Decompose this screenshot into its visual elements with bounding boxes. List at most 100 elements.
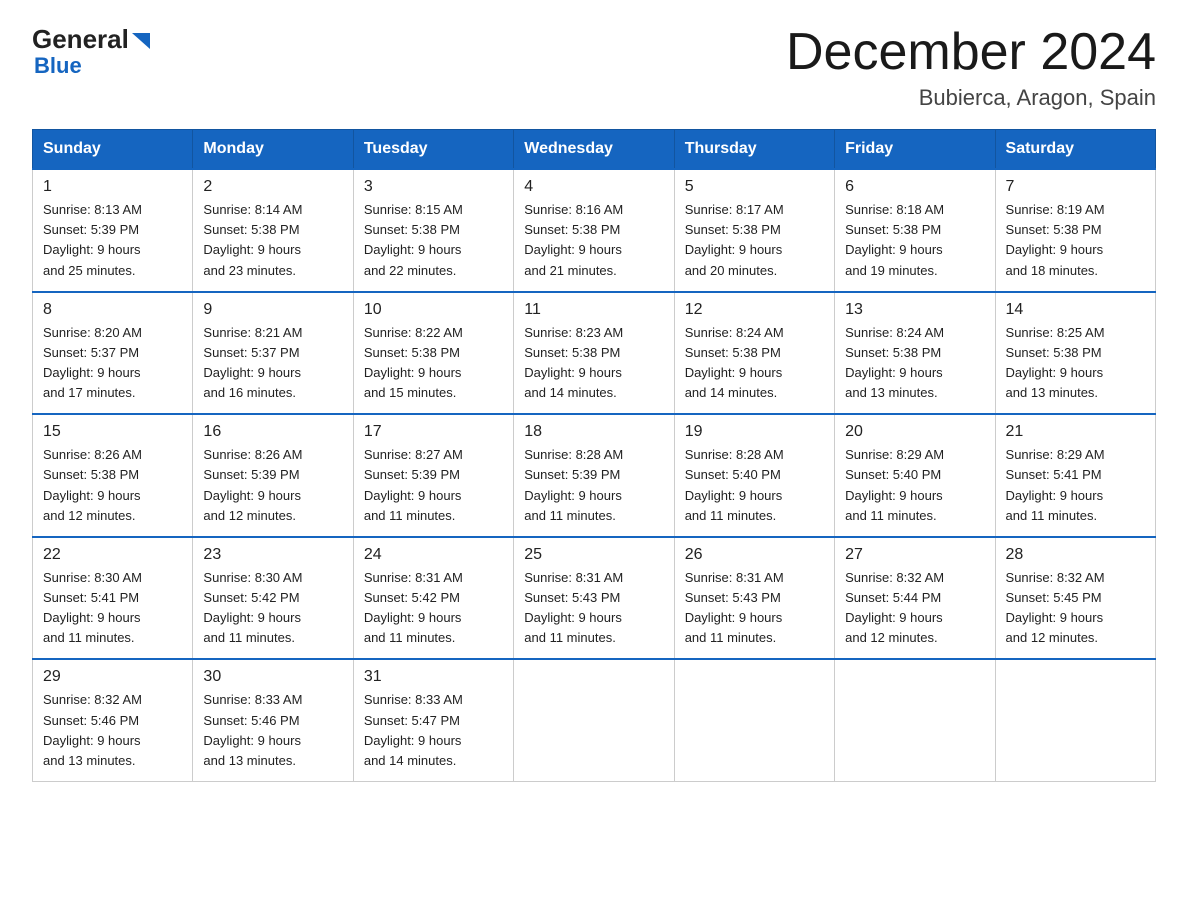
day-info: Sunrise: 8:32 AMSunset: 5:46 PMDaylight:… [43,690,182,771]
week-row-1: 1 Sunrise: 8:13 AMSunset: 5:39 PMDaylight… [33,169,1156,292]
day-cell-9: 9 Sunrise: 8:21 AMSunset: 5:37 PMDaylight… [193,292,353,415]
day-cell-13: 13 Sunrise: 8:24 AMSunset: 5:38 PMDayligh… [835,292,995,415]
day-cell-21: 21 Sunrise: 8:29 AMSunset: 5:41 PMDayligh… [995,414,1155,537]
weekday-header-wednesday: Wednesday [514,130,674,170]
day-number: 17 [364,423,503,441]
empty-cell [835,659,995,781]
day-cell-17: 17Sunrise: 8:27 AMSunset: 5:39 PMDayligh… [353,414,513,537]
day-cell-28: 28 Sunrise: 8:32 AMSunset: 5:45 PMDayligh… [995,537,1155,660]
day-info: Sunrise: 8:14 AMSunset: 5:38 PMDaylight:… [203,200,342,281]
day-info: Sunrise: 8:24 AMSunset: 5:38 PMDaylight:… [685,323,824,404]
empty-cell [674,659,834,781]
day-info: Sunrise: 8:22 AMSunset: 5:38 PMDaylight:… [364,323,503,404]
weekday-header-saturday: Saturday [995,130,1155,170]
weekday-header-thursday: Thursday [674,130,834,170]
day-cell-29: 29 Sunrise: 8:32 AMSunset: 5:46 PMDayligh… [33,659,193,781]
day-info: Sunrise: 8:20 AMSunset: 5:37 PMDaylight:… [43,323,182,404]
day-info: Sunrise: 8:25 AMSunset: 5:38 PMDaylight:… [1006,323,1145,404]
day-number: 12 [685,301,824,319]
week-row-3: 15 Sunrise: 8:26 AMSunset: 5:38 PMDayligh… [33,414,1156,537]
day-info: Sunrise: 8:19 AMSunset: 5:38 PMDaylight:… [1006,200,1145,281]
day-info: Sunrise: 8:28 AMSunset: 5:39 PMDaylight:… [524,445,663,526]
day-cell-31: 31 Sunrise: 8:33 AMSunset: 5:47 PMDayligh… [353,659,513,781]
day-info: Sunrise: 8:31 AMSunset: 5:42 PMDaylight:… [364,568,503,649]
day-cell-15: 15 Sunrise: 8:26 AMSunset: 5:38 PMDayligh… [33,414,193,537]
day-number: 1 [43,178,182,196]
calendar-table: SundayMondayTuesdayWednesdayThursdayFrid… [32,129,1156,782]
week-row-4: 22Sunrise: 8:30 AMSunset: 5:41 PMDayligh… [33,537,1156,660]
day-number: 30 [203,668,342,686]
day-info: Sunrise: 8:16 AMSunset: 5:38 PMDaylight:… [524,200,663,281]
day-number: 3 [364,178,503,196]
day-number: 9 [203,301,342,319]
day-cell-10: 10 Sunrise: 8:22 AMSunset: 5:38 PMDayligh… [353,292,513,415]
day-number: 4 [524,178,663,196]
day-cell-18: 18 Sunrise: 8:28 AMSunset: 5:39 PMDayligh… [514,414,674,537]
day-info: Sunrise: 8:17 AMSunset: 5:38 PMDaylight:… [685,200,824,281]
logo-triangle-icon [132,25,150,56]
day-number: 7 [1006,178,1145,196]
page-header: General Blue December 2024 Bubierca, Ara… [32,24,1156,111]
day-info: Sunrise: 8:31 AMSunset: 5:43 PMDaylight:… [685,568,824,649]
day-info: Sunrise: 8:32 AMSunset: 5:44 PMDaylight:… [845,568,984,649]
day-number: 27 [845,546,984,564]
day-cell-22: 22Sunrise: 8:30 AMSunset: 5:41 PMDayligh… [33,537,193,660]
logo-general-text: General [32,24,129,55]
weekday-header-friday: Friday [835,130,995,170]
day-info: Sunrise: 8:29 AMSunset: 5:40 PMDaylight:… [845,445,984,526]
day-info: Sunrise: 8:13 AMSunset: 5:39 PMDaylight:… [43,200,182,281]
day-info: Sunrise: 8:29 AMSunset: 5:41 PMDaylight:… [1006,445,1145,526]
day-number: 14 [1006,301,1145,319]
day-cell-14: 14 Sunrise: 8:25 AMSunset: 5:38 PMDayligh… [995,292,1155,415]
day-info: Sunrise: 8:33 AMSunset: 5:46 PMDaylight:… [203,690,342,771]
day-number: 31 [364,668,503,686]
day-info: Sunrise: 8:30 AMSunset: 5:41 PMDaylight:… [43,568,182,649]
day-cell-27: 27 Sunrise: 8:32 AMSunset: 5:44 PMDayligh… [835,537,995,660]
day-cell-8: 8Sunrise: 8:20 AMSunset: 5:37 PMDaylight… [33,292,193,415]
day-number: 5 [685,178,824,196]
day-info: Sunrise: 8:26 AMSunset: 5:38 PMDaylight:… [43,445,182,526]
day-cell-26: 26Sunrise: 8:31 AMSunset: 5:43 PMDayligh… [674,537,834,660]
day-info: Sunrise: 8:32 AMSunset: 5:45 PMDaylight:… [1006,568,1145,649]
day-number: 29 [43,668,182,686]
day-cell-4: 4 Sunrise: 8:16 AMSunset: 5:38 PMDaylight… [514,169,674,292]
empty-cell [514,659,674,781]
weekday-header-sunday: Sunday [33,130,193,170]
weekday-header-tuesday: Tuesday [353,130,513,170]
day-cell-16: 16Sunrise: 8:26 AMSunset: 5:39 PMDayligh… [193,414,353,537]
day-info: Sunrise: 8:28 AMSunset: 5:40 PMDaylight:… [685,445,824,526]
day-number: 18 [524,423,663,441]
weekday-header-row: SundayMondayTuesdayWednesdayThursdayFrid… [33,130,1156,170]
day-number: 11 [524,301,663,319]
day-info: Sunrise: 8:21 AMSunset: 5:37 PMDaylight:… [203,323,342,404]
day-number: 10 [364,301,503,319]
day-number: 20 [845,423,984,441]
day-cell-7: 7 Sunrise: 8:19 AMSunset: 5:38 PMDaylight… [995,169,1155,292]
day-cell-6: 6Sunrise: 8:18 AMSunset: 5:38 PMDaylight… [835,169,995,292]
day-info: Sunrise: 8:23 AMSunset: 5:38 PMDaylight:… [524,323,663,404]
day-info: Sunrise: 8:26 AMSunset: 5:39 PMDaylight:… [203,445,342,526]
location-label: Bubierca, Aragon, Spain [786,85,1156,111]
day-number: 23 [203,546,342,564]
day-info: Sunrise: 8:30 AMSunset: 5:42 PMDaylight:… [203,568,342,649]
title-section: December 2024 Bubierca, Aragon, Spain [786,24,1156,111]
day-info: Sunrise: 8:15 AMSunset: 5:38 PMDaylight:… [364,200,503,281]
day-info: Sunrise: 8:33 AMSunset: 5:47 PMDaylight:… [364,690,503,771]
logo-blue-text: Blue [34,53,150,79]
day-number: 6 [845,178,984,196]
logo-line1: General [32,24,150,55]
day-number: 13 [845,301,984,319]
day-number: 19 [685,423,824,441]
day-number: 25 [524,546,663,564]
day-number: 15 [43,423,182,441]
day-cell-11: 11 Sunrise: 8:23 AMSunset: 5:38 PMDayligh… [514,292,674,415]
day-info: Sunrise: 8:24 AMSunset: 5:38 PMDaylight:… [845,323,984,404]
day-cell-12: 12 Sunrise: 8:24 AMSunset: 5:38 PMDayligh… [674,292,834,415]
day-number: 28 [1006,546,1145,564]
day-number: 21 [1006,423,1145,441]
day-cell-23: 23 Sunrise: 8:30 AMSunset: 5:42 PMDayligh… [193,537,353,660]
day-cell-19: 19 Sunrise: 8:28 AMSunset: 5:40 PMDayligh… [674,414,834,537]
day-number: 24 [364,546,503,564]
day-cell-20: 20 Sunrise: 8:29 AMSunset: 5:40 PMDayligh… [835,414,995,537]
day-cell-1: 1 Sunrise: 8:13 AMSunset: 5:39 PMDaylight… [33,169,193,292]
